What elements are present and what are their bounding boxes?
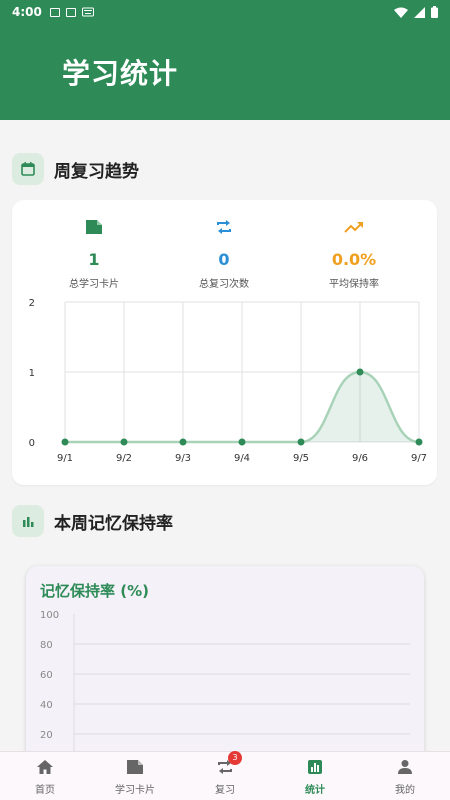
status-bar: 4:00 (0, 0, 450, 24)
weekly-section-header: 周复习趋势 (12, 153, 139, 185)
data-point (120, 438, 128, 446)
data-point (238, 438, 246, 446)
nav-review[interactable]: 3 复习 (180, 750, 270, 800)
battery-icon (431, 6, 438, 18)
data-point (297, 438, 305, 446)
data-point (415, 438, 423, 446)
nav-label: 统计 (305, 784, 325, 796)
nav-home[interactable]: 首页 (0, 752, 90, 800)
page-title: 学习统计 (62, 57, 179, 90)
keyboard-icon (81, 7, 94, 17)
photo-notification-icon (65, 7, 76, 17)
card-icon (127, 759, 143, 774)
nav-label: 首页 (35, 784, 55, 796)
weekly-stats-card: 1 总学习卡片 0 总复习次数 0.0% 平均保持率 0 1 2 9/1 9/2 9/3 9… (12, 200, 437, 485)
x-tick-label: 9/1 (57, 453, 73, 464)
y-tick-label: 2 (29, 298, 35, 309)
app-header: 学习统计 (0, 24, 450, 120)
data-point (356, 368, 364, 376)
x-tick-label: 9/2 (116, 453, 132, 464)
y-tick-label: 60 (40, 670, 53, 681)
nav-stats[interactable]: 统计 (270, 752, 360, 800)
x-tick-label: 9/7 (411, 453, 427, 464)
home-icon (37, 759, 53, 774)
nav-profile[interactable]: 我的 (360, 752, 450, 800)
nav-label: 复习 (215, 784, 235, 796)
nav-label: 学习卡片 (115, 784, 155, 796)
status-time: 4:00 (12, 5, 42, 19)
retention-section-title: 本周记忆保持率 (54, 513, 173, 534)
weekly-section-title: 周复习趋势 (54, 161, 139, 182)
calendar-icon (12, 153, 44, 185)
x-tick-label: 9/5 (293, 453, 309, 464)
wifi-icon (394, 7, 408, 18)
review-badge: 3 (228, 750, 242, 765)
nav-label: 我的 (395, 784, 415, 796)
weekly-trend-chart: 0 1 2 9/1 9/2 9/3 9/4 9/5 9/6 9/7 (29, 298, 427, 464)
signal-icon (414, 6, 425, 18)
person-icon (398, 759, 412, 774)
y-tick-label: 100 (40, 610, 59, 621)
retention-section-header: 本周记忆保持率 (12, 505, 173, 537)
bar-chart-icon (12, 505, 44, 537)
x-tick-label: 9/4 (234, 453, 250, 464)
x-tick-label: 9/6 (352, 453, 368, 464)
y-tick-label: 1 (29, 368, 35, 379)
data-point (179, 438, 187, 446)
x-tick-label: 9/3 (175, 453, 191, 464)
y-tick-label: 40 (40, 700, 53, 711)
y-tick-label: 0 (29, 438, 35, 449)
image-notification-icon (49, 7, 60, 17)
nav-cards[interactable]: 学习卡片 (90, 752, 180, 800)
y-tick-label: 20 (40, 730, 53, 741)
chart-icon (308, 759, 322, 774)
data-point (61, 438, 69, 446)
bottom-nav: 首页 学习卡片 3 复习 统计 我的 (0, 750, 450, 800)
y-tick-label: 80 (40, 640, 53, 651)
